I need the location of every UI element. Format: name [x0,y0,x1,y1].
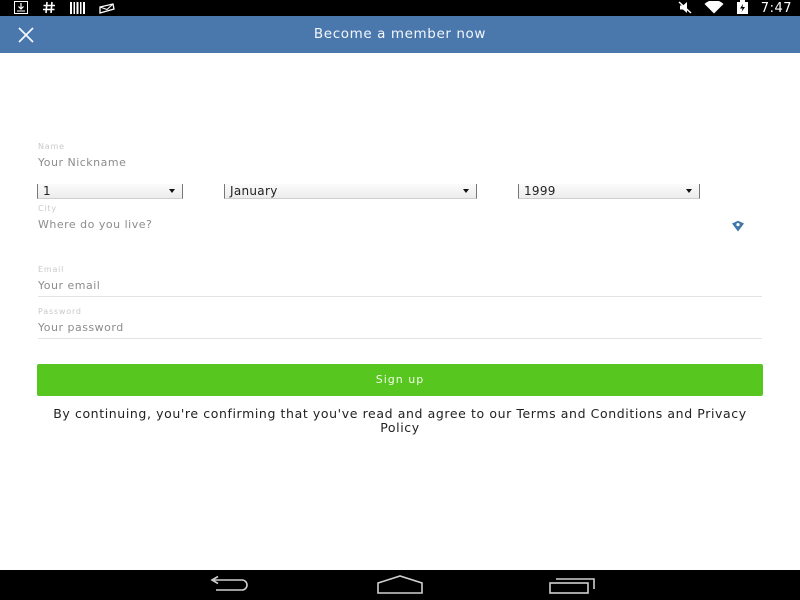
close-button[interactable] [14,23,38,47]
barcode-icon [70,0,85,18]
chevron-down-icon [463,189,469,193]
app-bar: Become a member now [0,16,800,53]
email-label: Email [38,265,65,274]
recent-apps-icon [549,578,595,594]
city-input[interactable] [38,215,718,233]
name-label: Name [38,142,65,151]
password-label: Password [38,307,82,316]
status-bar-notifications [14,0,115,18]
navigation-bar [0,570,800,600]
email-divider [38,296,762,297]
page-title: Become a member now [313,26,487,42]
city-label: City [38,204,57,213]
birth-month-value: January [230,184,278,198]
mute-icon [678,0,692,18]
home-button[interactable] [376,575,424,595]
birth-month-select[interactable]: January [224,184,477,199]
status-bar: 7:47 [0,0,800,16]
location-button[interactable] [731,217,745,232]
mail-icon [99,0,115,18]
close-icon [18,27,34,43]
recent-apps-button[interactable] [548,575,596,595]
battery-icon [736,0,749,18]
password-field[interactable] [38,318,762,336]
birth-day-value: 1 [43,184,51,198]
birth-year-select[interactable]: 1999 [518,184,700,199]
status-time: 7:47 [760,0,792,16]
password-divider [38,338,762,339]
birth-day-select[interactable]: 1 [37,184,183,199]
home-icon [377,575,423,594]
back-button[interactable] [206,575,252,595]
wifi-icon [704,0,724,18]
status-bar-system: 7:47 [678,0,792,16]
name-input[interactable] [38,153,762,171]
email-field[interactable] [38,276,762,294]
chevron-down-icon [686,189,692,193]
chevron-down-icon [169,189,175,193]
birth-year-value: 1999 [524,184,556,198]
location-pin-icon [732,220,744,232]
download-icon [14,0,28,18]
hash-icon [42,0,56,18]
signup-button[interactable]: Sign up [37,364,763,396]
terms-notice: By continuing, you're confirming that yo… [53,406,747,435]
back-icon [210,575,248,591]
